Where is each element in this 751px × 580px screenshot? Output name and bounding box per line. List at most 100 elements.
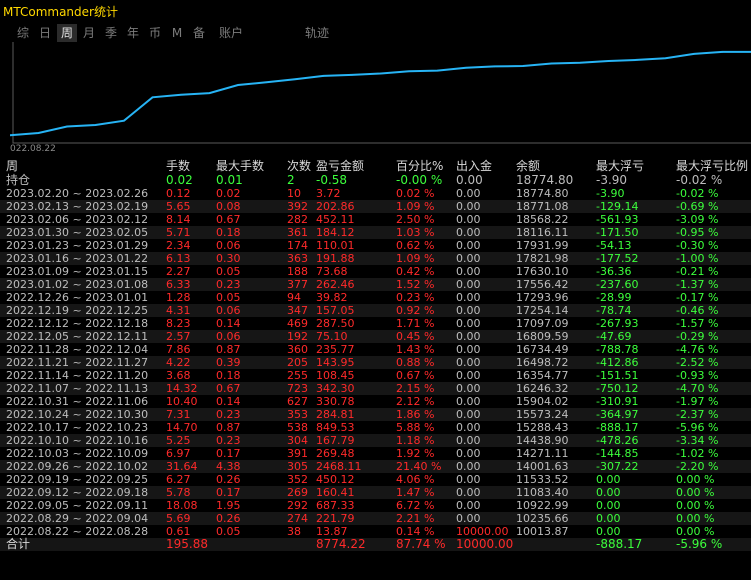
chart-x-tick-label: 022.08.22	[10, 144, 56, 154]
table-row[interactable]: 2022.08.29 ~ 2022.09.04 5.69 0.26 274 221.79…	[0, 512, 751, 525]
cell-max-lots: 0.26	[216, 473, 241, 486]
table-row[interactable]: 2022.10.24 ~ 2022.10.30 7.31 0.23 353 284.81…	[0, 408, 751, 421]
cell-max-lots: 0.67	[216, 213, 241, 226]
cell-percent: 百分比%	[396, 159, 444, 173]
table-row[interactable]: 2023.01.16 ~ 2023.01.22 6.13 0.30 363 191.88…	[0, 252, 751, 265]
balance-point	[351, 74, 353, 76]
balance-point	[693, 53, 695, 55]
table-row[interactable]: 2023.01.02 ~ 2023.01.08 6.33 0.23 377 262.46…	[0, 278, 751, 291]
table-row[interactable]: 2022.09.19 ~ 2022.09.25 6.27 0.26 352 450.12…	[0, 473, 751, 486]
table-row[interactable]: 2022.09.26 ~ 2022.10.02 31.64 4.38 305 2468.…	[0, 460, 751, 473]
cell-lots: 5.78	[166, 486, 191, 499]
cell-count: 2	[287, 173, 295, 187]
cell-max-drawdown: -364.97	[596, 408, 639, 421]
cell-percent: 1.09 %	[396, 200, 435, 213]
cell-count: 188	[287, 265, 308, 278]
cell-deposit: 0.00	[456, 408, 481, 421]
cell-max-drawdown: -28.99	[596, 291, 632, 304]
cell-balance: 17097.09	[516, 317, 569, 330]
tab-month[interactable]: 月	[79, 24, 99, 42]
table-row[interactable]: 2022.11.14 ~ 2022.11.20 3.68 0.18 255 108.45…	[0, 369, 751, 382]
cell-lots: 4.22	[166, 356, 191, 369]
table-row[interactable]: 2023.01.23 ~ 2023.01.29 2.34 0.06 174 110.01…	[0, 239, 751, 252]
cell-balance: 16809.59	[516, 330, 569, 343]
cell-week: 2022.12.05 ~ 2022.12.11	[6, 330, 149, 343]
cell-max-lots: 0.01	[216, 173, 243, 187]
table-row[interactable]: 2023.02.20 ~ 2023.02.26 0.12 0.02 10 3.72 0.0…	[0, 187, 751, 200]
table-row[interactable]: 2022.10.03 ~ 2022.10.09 6.97 0.17 391 269.48…	[0, 447, 751, 460]
table-row[interactable]: 2022.11.21 ~ 2022.11.27 4.22 0.39 205 143.95…	[0, 356, 751, 369]
cell-balance: 18774.80	[516, 173, 574, 187]
cell-max-lots: 0.23	[216, 434, 241, 447]
cell-percent: 87.74 %	[396, 537, 446, 551]
cell-balance: 17821.98	[516, 252, 569, 265]
table-row[interactable]: 2022.09.05 ~ 2022.09.11 18.08 1.95 292 687.3…	[0, 499, 751, 512]
cell-week: 2022.08.29 ~ 2022.09.04	[6, 512, 149, 525]
cell-lots: 195.88	[166, 537, 208, 551]
cell-count: 94	[287, 291, 301, 304]
cell-max-drawdown: -78.74	[596, 304, 632, 317]
table-row[interactable]: 2022.12.05 ~ 2022.12.11 2.57 0.06 192 75.10 0…	[0, 330, 751, 343]
table-row[interactable]: 2023.01.30 ~ 2023.02.05 5.71 0.18 361 184.12…	[0, 226, 751, 239]
table-header[interactable]: 周 手数 最大手数 次数 盈亏金额 百分比% 出入金 余额 最大浮亏 最大浮亏比例	[0, 158, 751, 174]
cell-week: 2023.01.09 ~ 2023.01.15	[6, 265, 149, 278]
weekly-stats-table: 周手数 最大手数 次数 盈亏金额 百分比% 出入金 余额 最大浮亏 最大浮亏比例 持仓 0.02 0.…	[0, 158, 751, 551]
table-row[interactable]: 2023.02.13 ~ 2023.02.19 5.65 0.08 392 202.86…	[0, 200, 751, 213]
cell-lots: 14.32	[166, 382, 198, 395]
tab-year[interactable]: 年	[123, 24, 143, 42]
cell-count: 391	[287, 447, 308, 460]
cell-percent: 6.72 %	[396, 499, 435, 512]
cell-percent: 1.92 %	[396, 447, 435, 460]
cell-lots: 3.68	[166, 369, 191, 382]
tab-note[interactable]: 备	[189, 24, 209, 42]
table-row[interactable]: 2022.09.12 ~ 2022.09.18 5.78 0.17 269 160.41…	[0, 486, 751, 499]
tab-symbol[interactable]: 币	[145, 24, 165, 42]
cell-max-drawdown: 0.00	[596, 473, 621, 486]
tab-quarter[interactable]: 季	[101, 24, 121, 42]
cell-deposit: 0.00	[456, 499, 481, 512]
table-row[interactable]: 2023.01.09 ~ 2023.01.15 2.27 0.05 188 73.68 0…	[0, 265, 751, 278]
cell-count: 255	[287, 369, 308, 382]
table-row[interactable]: 2022.10.17 ~ 2022.10.23 14.70 0.87 538 849.5…	[0, 421, 751, 434]
cell-max-lots: 0.17	[216, 486, 241, 499]
cell-pnl: 3.72	[316, 187, 341, 200]
cell-max-drawdown: -750.12	[596, 382, 639, 395]
table-row[interactable]: 2022.11.07 ~ 2022.11.13 14.32 0.67 723 342.3…	[0, 382, 751, 395]
balance-point	[721, 51, 724, 53]
cell-balance: 11533.52	[516, 473, 569, 486]
cell-deposit: 0.00	[456, 187, 481, 200]
table-row[interactable]: 2023.02.06 ~ 2023.02.12 8.14 0.67 282 452.11…	[0, 213, 751, 226]
cell-count: 723	[287, 382, 308, 395]
cell-max-drawdown-pct: -0.21 %	[676, 265, 719, 278]
holding-row[interactable]: 持仓 0.02 0.01 2 -0.58 -0.00 % 0.00 18774.80 -3.90…	[0, 174, 751, 187]
balance-point	[493, 65, 496, 68]
cell-max-lots: 0.06	[216, 330, 241, 343]
cell-deposit: 0.00	[456, 512, 481, 525]
cell-lots: 5.65	[166, 200, 191, 213]
total-row[interactable]: 合计 195.88 8774.22 87.74 % 10000.00 -888.17 -5.…	[0, 538, 751, 551]
cell-percent: 1.43 %	[396, 343, 435, 356]
cell-count: 363	[287, 252, 308, 265]
table-row[interactable]: 2022.12.19 ~ 2022.12.25 4.31 0.06 347 157.05…	[0, 304, 751, 317]
table-row[interactable]: 2022.10.31 ~ 2022.11.06 10.40 0.14 627 330.7…	[0, 395, 751, 408]
cell-pnl: 849.53	[316, 421, 355, 434]
cell-max-lots: 4.38	[216, 460, 241, 473]
cell-count: 274	[287, 512, 308, 525]
tab-day[interactable]: 日	[35, 24, 55, 42]
table-row[interactable]: 2022.10.10 ~ 2022.10.16 5.25 0.23 304 167.79…	[0, 434, 751, 447]
table-row[interactable]: 2022.12.12 ~ 2022.12.18 8.23 0.14 469 287.50…	[0, 317, 751, 330]
tab-m[interactable]: M	[167, 24, 187, 42]
tab-trace[interactable]: 轨迹	[299, 24, 335, 42]
table-row[interactable]: 2022.12.26 ~ 2023.01.01 1.28 0.05 94 39.82 0.…	[0, 291, 751, 304]
cell-max-drawdown-pct: -5.96 %	[676, 537, 723, 551]
cell-pnl: 221.79	[316, 512, 355, 525]
cell-percent: 0.88 %	[396, 356, 435, 369]
tab-account[interactable]: 账户	[213, 24, 249, 42]
cell-max-drawdown: -129.14	[596, 200, 639, 213]
cell-max-drawdown: -171.50	[596, 226, 639, 239]
table-row[interactable]: 2022.11.28 ~ 2022.12.04 7.86 0.87 360 235.77…	[0, 343, 751, 356]
cell-week: 2022.11.21 ~ 2022.11.27	[6, 356, 149, 369]
tab-summary[interactable]: 综	[13, 24, 33, 42]
tab-week[interactable]: 周	[57, 24, 77, 42]
cell-pnl: 330.78	[316, 395, 355, 408]
